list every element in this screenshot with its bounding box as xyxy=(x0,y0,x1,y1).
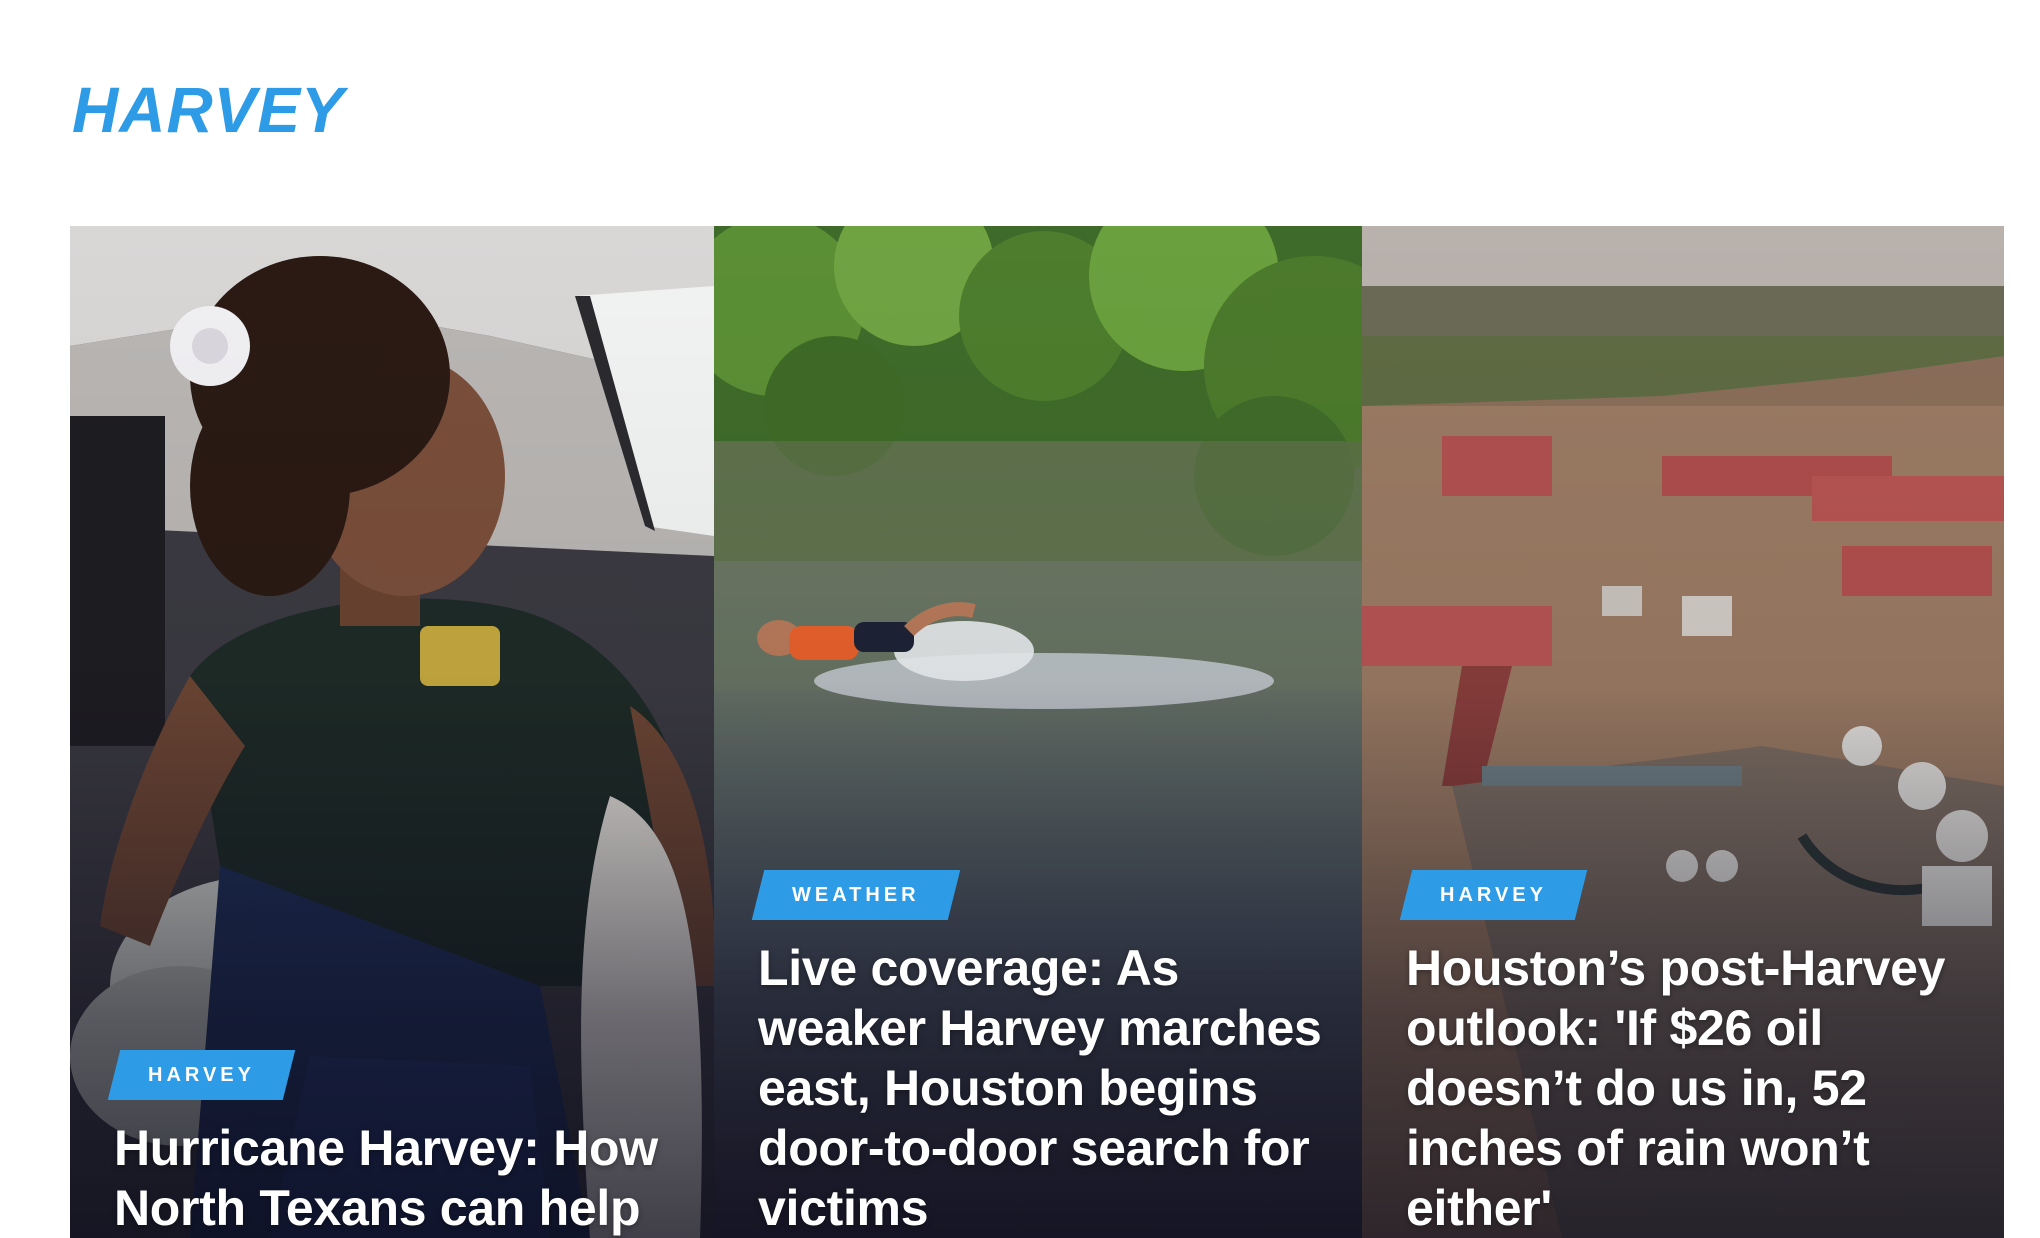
category-tag-label: HARVEY xyxy=(1440,884,1547,906)
category-tag-label: HARVEY xyxy=(148,1064,255,1086)
section-title[interactable]: HARVEY xyxy=(72,62,345,158)
story-card-volunteer[interactable]: HARVEY Hurricane Harvey: How North Texan… xyxy=(70,226,714,1238)
category-tag[interactable]: WEATHER xyxy=(758,870,954,920)
story-headline[interactable]: Live coverage: As weaker Harvey marches … xyxy=(758,938,1332,1238)
story-headline[interactable]: Hurricane Harvey: How North Texans can h… xyxy=(114,1118,684,1238)
card-body: WEATHER Live coverage: As weaker Harvey … xyxy=(758,870,1332,1238)
story-headline[interactable]: Houston’s post-Harvey outlook: 'If $26 o… xyxy=(1406,938,1974,1238)
card-body: HARVEY Houston’s post-Harvey outlook: 'I… xyxy=(1406,870,1974,1238)
category-tag[interactable]: HARVEY xyxy=(1406,870,1581,920)
story-cards: HARVEY Hurricane Harvey: How North Texan… xyxy=(70,226,2004,1238)
card-body: HARVEY Hurricane Harvey: How North Texan… xyxy=(114,1050,684,1238)
story-card-houston[interactable]: HARVEY Houston’s post-Harvey outlook: 'I… xyxy=(1362,226,2004,1238)
category-tag[interactable]: HARVEY xyxy=(114,1050,289,1100)
category-tag-label: WEATHER xyxy=(792,884,920,906)
story-card-weather[interactable]: WEATHER Live coverage: As weaker Harvey … xyxy=(714,226,1362,1238)
